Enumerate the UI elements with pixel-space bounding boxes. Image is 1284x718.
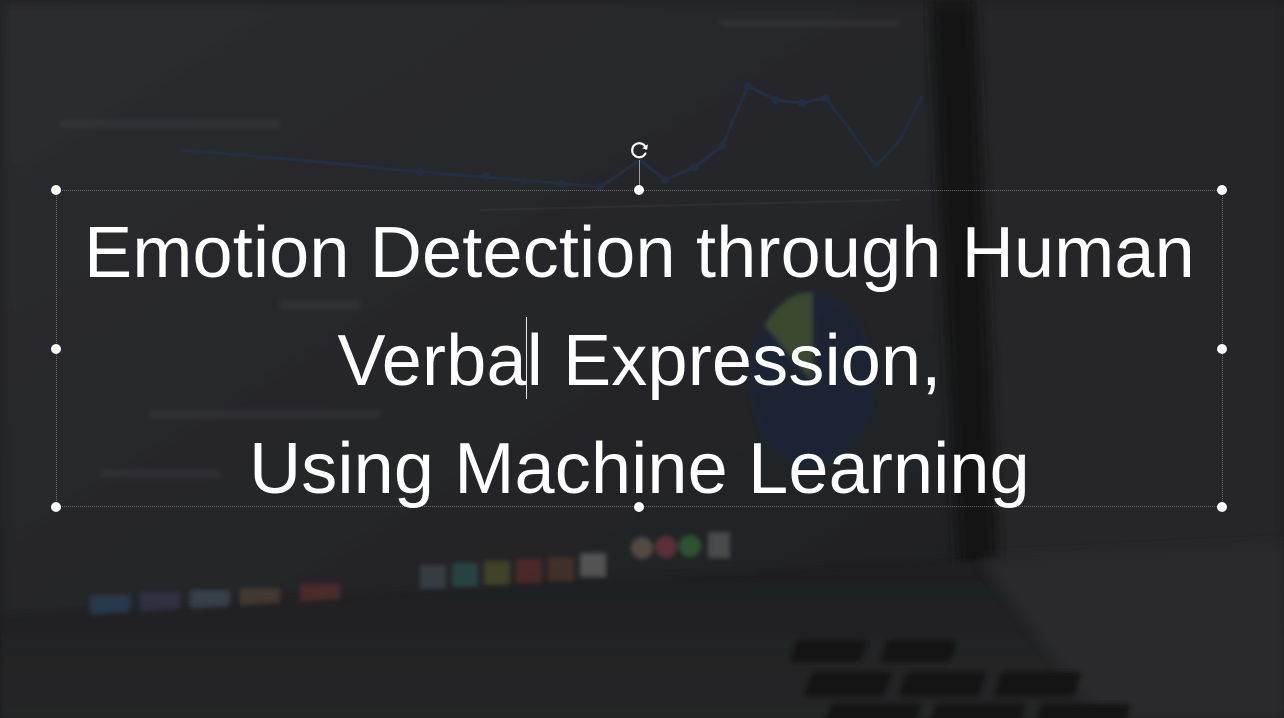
title-text-box[interactable]: Emotion Detection through Human Verbal E…: [56, 190, 1223, 509]
title-line-2: Verbal Expression,: [57, 307, 1222, 415]
resize-handle-top-left[interactable]: [51, 185, 61, 195]
title-line-2-after-caret: l Expression,: [526, 321, 942, 401]
title-line-2-before-caret: Verba: [337, 321, 527, 401]
resize-handle-top-right[interactable]: [1217, 185, 1227, 195]
resize-handle-top-center[interactable]: [634, 185, 644, 195]
resize-handle-bottom-center[interactable]: [634, 502, 644, 512]
resize-handle-bottom-right[interactable]: [1217, 502, 1227, 512]
slide-title[interactable]: Emotion Detection through Human Verbal E…: [57, 199, 1222, 523]
rotate-icon[interactable]: [626, 136, 654, 164]
presentation-slide[interactable]: Emotion Detection through Human Verbal E…: [0, 0, 1284, 718]
title-line-1: Emotion Detection through Human: [84, 213, 1195, 293]
resize-handle-middle-left[interactable]: [51, 344, 61, 354]
resize-handle-middle-right[interactable]: [1217, 344, 1227, 354]
resize-handle-bottom-left[interactable]: [51, 502, 61, 512]
